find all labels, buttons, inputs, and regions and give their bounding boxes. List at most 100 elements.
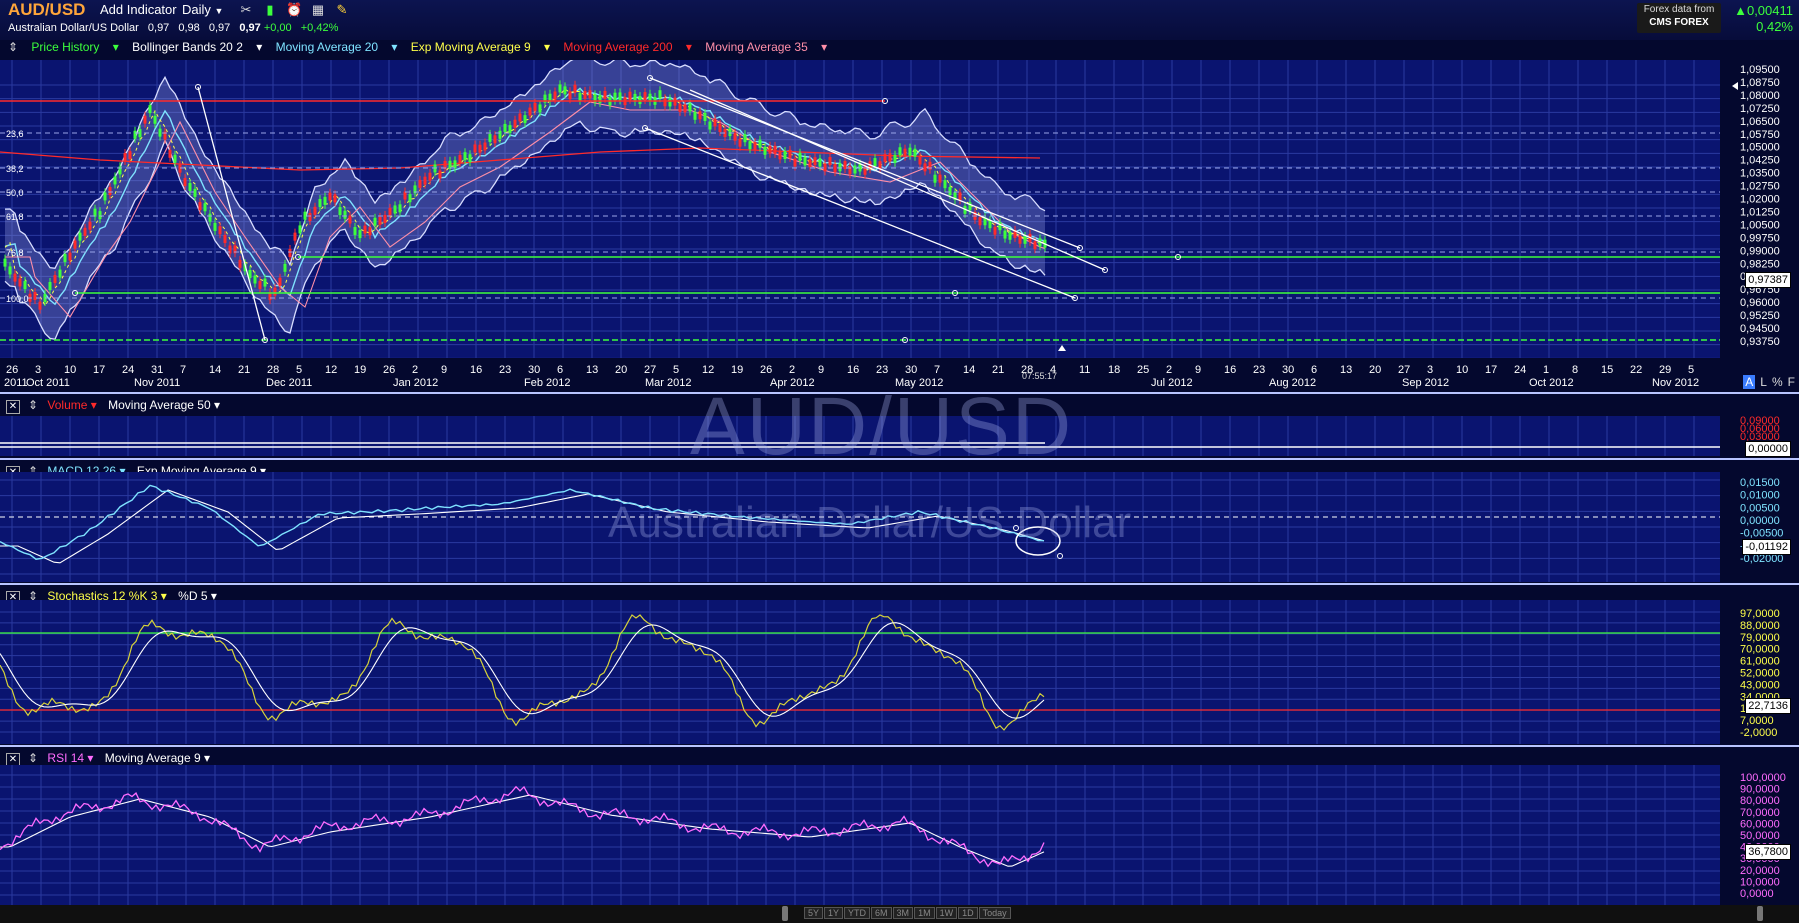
candle-body [453,160,457,169]
date-tick-label: 17 [1485,364,1497,376]
candle-body [63,254,67,263]
tools-icon[interactable]: ✂ [238,2,254,18]
fib-label: 50,0 [6,188,24,198]
watermark-symbol: AUD/USD [690,381,1074,472]
candle-body [818,158,822,167]
candle-body [103,192,107,201]
date-tick-label: 16 [1224,364,1236,376]
rsi-chart[interactable]: 100,000090,000080,000070,000060,000050,0… [0,765,1799,905]
candle-body [378,216,382,225]
legend-ema9[interactable]: Exp Moving Average 9 ▾ [411,40,550,54]
date-tick-label: 13 [586,364,598,376]
alarm-clock-icon[interactable]: ⏰ [286,2,302,18]
date-tick-label: 2 [789,364,795,376]
axis-tick-label: 0,0000 [1740,888,1774,900]
calculator-icon[interactable]: ▦ [310,2,326,18]
range-button-1w[interactable]: 1W [935,907,958,919]
add-indicator-button[interactable]: Add Indicator [100,2,177,17]
drag-handle-icon[interactable]: ⇕ [28,751,38,765]
candle-body [468,154,472,163]
price-legend: ⇕ Price History ▾ Bollinger Bands 20 2 ▾… [0,40,1799,60]
candle-body [883,153,887,162]
volume-current-box: 0,00000 [1745,441,1791,457]
candle-body [478,144,482,153]
mode-button-f[interactable]: F [1788,375,1795,389]
candle-body [848,166,852,175]
candle-body [458,154,462,163]
date-tick-label: 5 [673,364,679,376]
candle-body [1018,235,1022,244]
candle-body [178,164,182,173]
candle-body [348,215,352,224]
date-tick-label: 30 [905,364,917,376]
mode-button-l[interactable]: L [1760,375,1767,389]
candle-body [918,156,922,165]
period-dropdown[interactable]: Daily ▼ [182,2,223,17]
range-button-3m[interactable]: 3M [892,907,914,919]
mode-button-a[interactable]: A [1743,375,1756,389]
volume-title[interactable]: Volume ▾ [47,398,96,412]
drag-handle-icon[interactable]: ⇕ [28,398,38,412]
candle-body [168,149,172,158]
volume-overlay[interactable]: Moving Average 50 ▾ [108,398,220,412]
panel-divider[interactable] [0,745,1799,747]
candle-body [383,214,387,223]
forex-data-label: Forex data from [1643,4,1715,15]
axis-tick-label: 60,0000 [1740,818,1780,830]
notes-icon[interactable]: ✎ [334,2,350,18]
candle-body [768,145,772,154]
close-volume-icon[interactable]: ✕ [6,400,20,414]
watermark-name: Australian Dollar/US Dollar [608,498,1132,547]
candle-body [808,159,812,168]
candle-body [333,194,337,203]
axis-tick-label: 52,0000 [1740,668,1780,680]
range-button-1d[interactable]: 1D [958,907,978,919]
candle-body [23,281,27,290]
mode-button-pct[interactable]: % [1772,375,1783,389]
candle-body [323,196,327,205]
candle-body [273,287,277,296]
panel-divider[interactable] [0,583,1799,585]
date-tick-label: 18 [1108,364,1120,376]
candle-body [108,187,112,196]
axis-tick-label: 0,01000 [1740,490,1780,502]
candle-body [293,232,297,241]
candle-body [628,91,632,100]
legend-ma20[interactable]: Moving Average 20 ▾ [276,40,398,54]
bar-chart-icon[interactable]: ▮ [262,2,278,18]
range-handle-left[interactable] [782,906,788,921]
candle-body [208,213,212,222]
low-value: 0,97 [208,22,231,34]
rsi-current-box: 36,7800 [1745,844,1791,860]
candle-body [903,148,907,157]
legend-bollinger[interactable]: Bollinger Bands 20 2 ▾ [132,40,262,54]
data-provider-badge[interactable]: Forex data from CMS FOREX [1637,3,1721,33]
legend-ma35[interactable]: Moving Average 35 ▾ [705,40,827,54]
month-label: Nov 2011 [134,377,180,389]
change-value: +0,00 [263,22,292,34]
candle-body [683,104,687,113]
legend-price-history[interactable]: Price History ▾ [31,40,118,54]
symbol-title[interactable]: AUD/USD [8,0,85,20]
date-tick-label: 10 [1456,364,1468,376]
range-button-today[interactable]: Today [978,907,1011,919]
candle-body [13,273,17,282]
candle-body [248,269,252,278]
range-button-1y[interactable]: 1Y [824,907,844,919]
date-tick-label: 29 [1659,364,1671,376]
date-tick-label: 28 [267,364,279,376]
candle-body [148,105,152,114]
range-handle-right[interactable] [1757,906,1763,921]
range-button-6m[interactable]: 6M [871,907,892,919]
rsi-overlay[interactable]: Moving Average 9 ▾ [105,751,210,765]
drag-handle-icon[interactable]: ⇕ [8,40,18,54]
range-button-5y[interactable]: 5Y [804,907,824,919]
rsi-title[interactable]: RSI 14 ▾ [47,751,93,765]
stochastics-chart[interactable]: 97,000088,000079,000070,000061,000052,00… [0,600,1799,744]
range-button-ytd[interactable]: YTD [844,907,871,919]
range-button-1m[interactable]: 1M [914,907,935,919]
date-tick-label: 22 [1630,364,1642,376]
price-chart[interactable]: 1,095001,087501,080001,072501,065001,057… [0,60,1799,392]
legend-ma200[interactable]: Moving Average 200 ▾ [563,40,692,54]
change-pct-value: +0,42% [300,22,339,34]
